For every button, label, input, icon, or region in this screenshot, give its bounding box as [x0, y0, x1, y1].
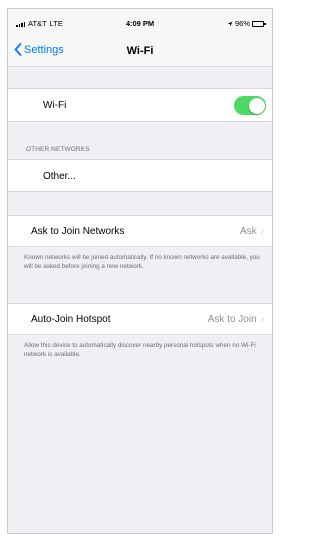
toggle-knob — [248, 97, 265, 114]
ask-to-join-row[interactable]: Ask to Join Networks Ask › — [8, 215, 272, 247]
other-label: Other... — [43, 171, 76, 182]
status-right: 96% — [227, 19, 266, 28]
ask-to-join-label: Ask to Join Networks — [31, 226, 125, 237]
status-bar: AT&T LTE 4:09 PM 96% — [8, 9, 272, 37]
other-networks-header: OTHER NETWORKS — [26, 146, 90, 153]
battery-percent: 96% — [234, 19, 250, 28]
wifi-row: Wi-Fi — [8, 88, 272, 122]
phone-screen: AT&T LTE 4:09 PM 96% Settings Wi-Fi Wi-F… — [7, 8, 273, 534]
ask-to-join-footnote: Known networks will be joined automatica… — [24, 254, 260, 270]
auto-join-hotspot-row[interactable]: Auto-Join Hotspot Ask to Join › — [8, 303, 272, 335]
ask-to-join-value: Ask — [239, 226, 257, 237]
back-label: Settings — [24, 43, 64, 56]
location-arrow-icon — [227, 21, 233, 26]
wifi-label: Wi-Fi — [43, 100, 67, 111]
ask-to-join-value-area: Ask › — [240, 226, 264, 237]
back-button[interactable]: Settings — [14, 43, 64, 56]
chevron-right-icon: › — [260, 314, 264, 325]
auto-join-value-area: Ask to Join › — [208, 314, 264, 325]
chevron-right-icon: › — [260, 226, 264, 237]
battery-icon — [252, 20, 266, 27]
auto-join-footnote: Allow this device to automatically disco… — [24, 342, 256, 358]
auto-join-hotspot-label: Auto-Join Hotspot — [31, 314, 111, 325]
other-network-row[interactable]: Other... — [8, 159, 272, 192]
wifi-toggle[interactable] — [234, 96, 266, 115]
auto-join-hotspot-value: Ask to Join — [207, 314, 257, 325]
chevron-left-icon — [14, 43, 22, 56]
navigation-bar: Settings Wi-Fi — [8, 37, 272, 67]
